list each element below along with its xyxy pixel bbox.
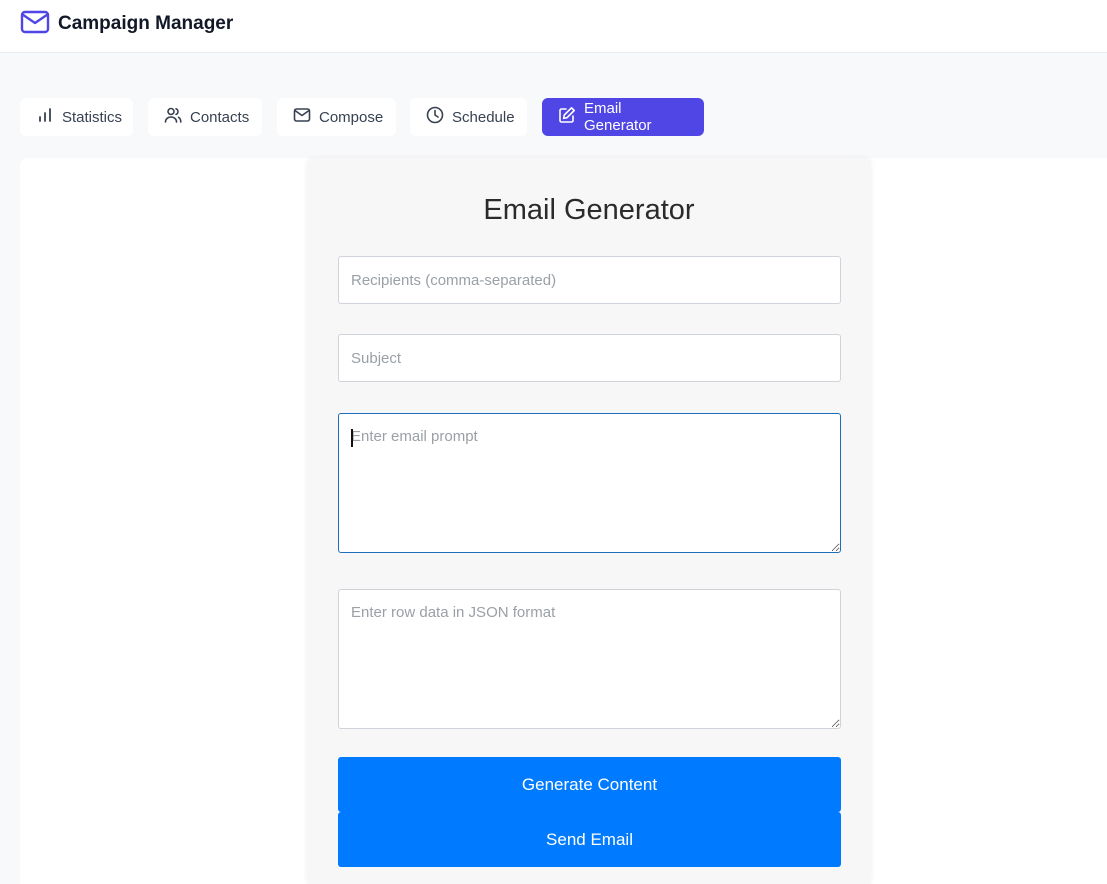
email-prompt-textarea[interactable] (338, 413, 841, 553)
edit-icon (558, 106, 576, 128)
clock-icon (426, 106, 444, 128)
app-title: Campaign Manager (58, 13, 234, 34)
bar-chart-icon (36, 106, 54, 128)
subject-input[interactable] (338, 334, 841, 382)
tab-label: Schedule (452, 108, 515, 126)
email-generator-card: Email Generator Generate Content Send Em… (307, 158, 871, 884)
tab-schedule[interactable]: Schedule (410, 98, 527, 136)
tab-label: Contacts (190, 108, 250, 126)
tab-statistics[interactable]: Statistics (20, 98, 133, 136)
page-title: Email Generator (483, 194, 695, 226)
tab-email-generator[interactable]: Email Generator (542, 98, 704, 136)
recipients-input[interactable] (338, 256, 841, 304)
tab-label: Compose (319, 108, 384, 126)
tab-label: Statistics (62, 108, 123, 126)
brand[interactable]: Campaign Manager (20, 10, 233, 38)
send-email-button[interactable]: Send Email (338, 812, 841, 867)
tab-contacts[interactable]: Contacts (148, 98, 262, 136)
tab-compose[interactable]: Compose (277, 98, 396, 136)
mail-icon (293, 106, 311, 128)
row-data-textarea[interactable] (338, 589, 841, 729)
generate-content-button[interactable]: Generate Content (338, 757, 841, 812)
users-icon (164, 106, 182, 128)
top-bar: Campaign Manager (0, 0, 1107, 53)
text-cursor (351, 429, 353, 447)
mail-icon (20, 9, 50, 40)
tab-label: Email Generator (584, 100, 652, 134)
